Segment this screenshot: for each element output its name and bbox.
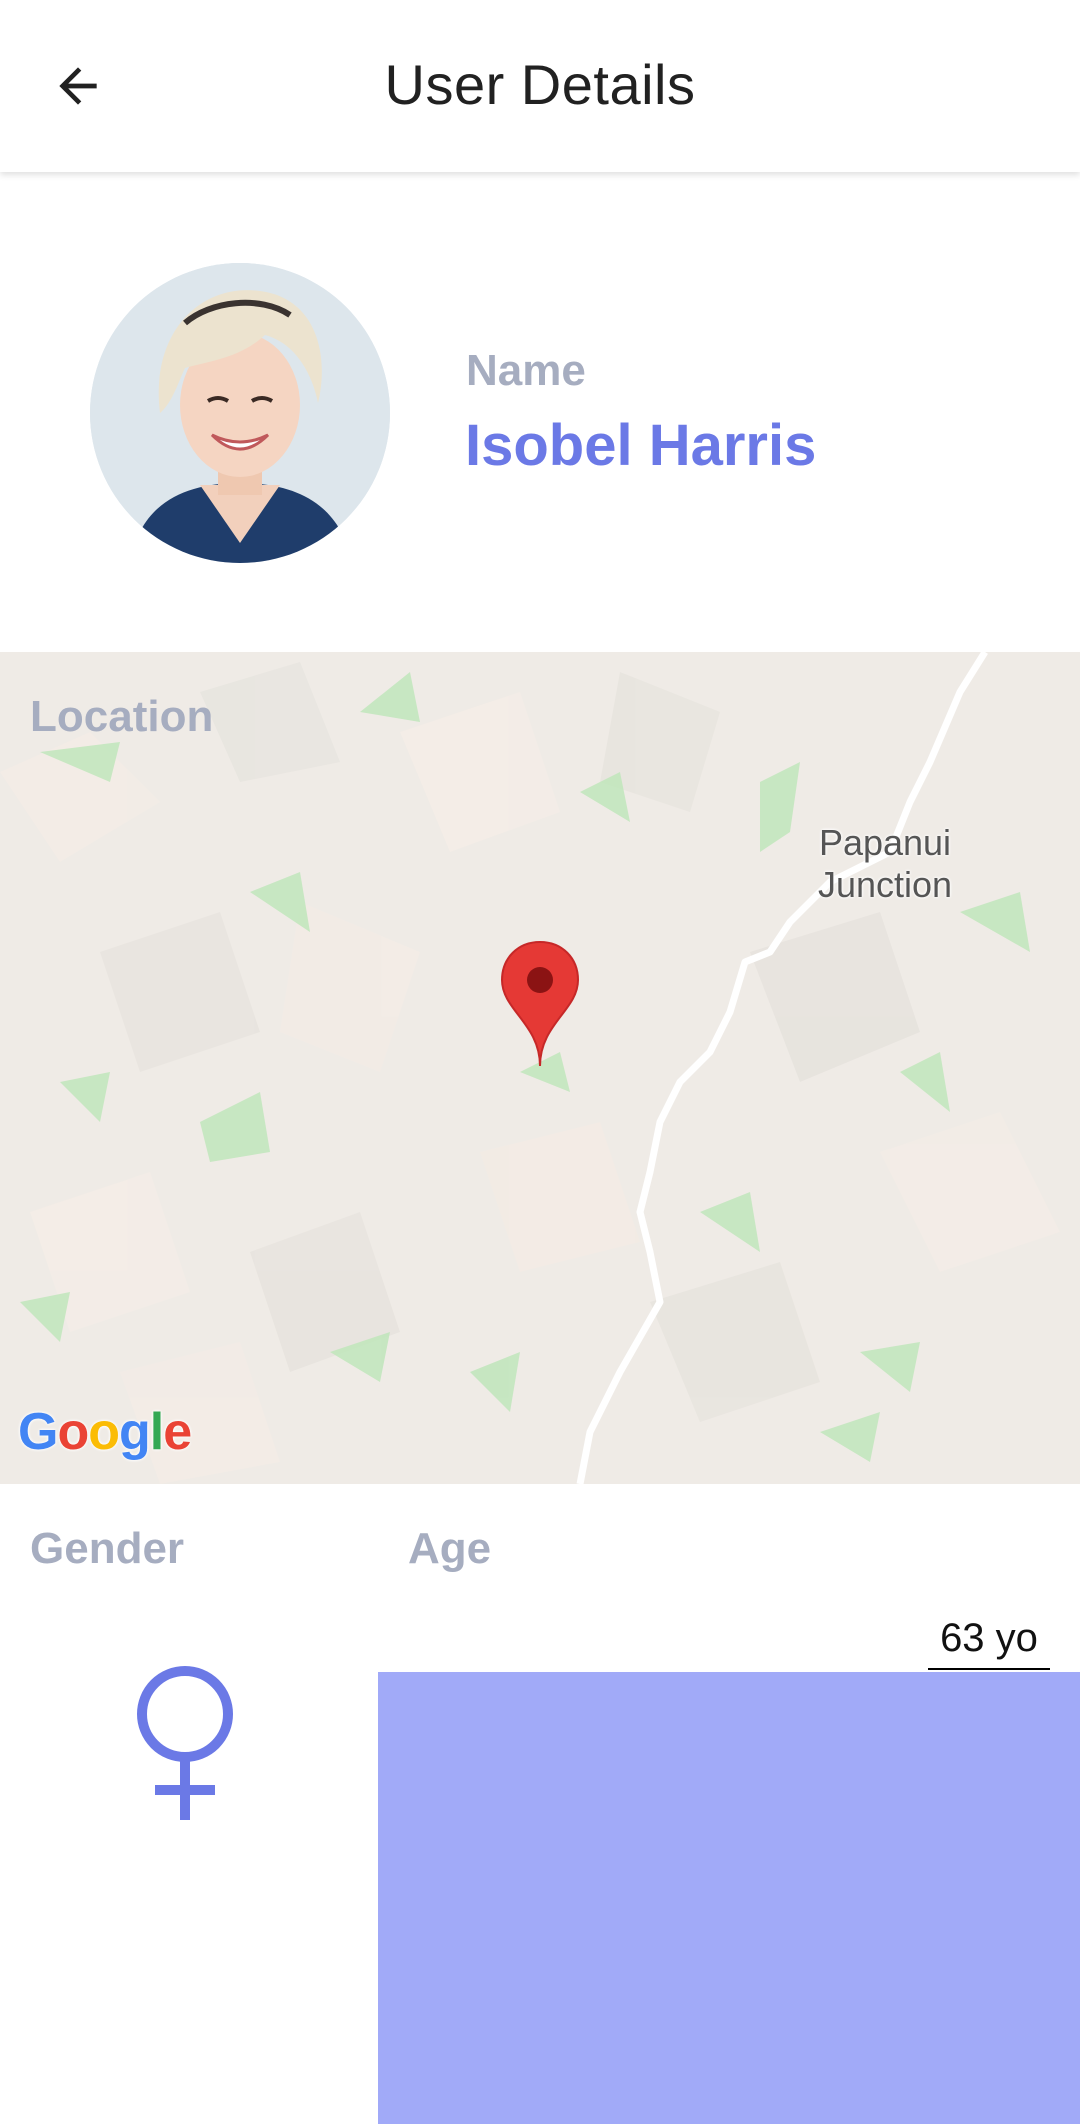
female-symbol-icon <box>130 1664 240 1824</box>
name-value: Isobel Harris <box>465 413 817 478</box>
avatar-photo <box>90 263 390 563</box>
location-label: Location <box>30 692 214 741</box>
age-bar <box>378 1672 1080 2124</box>
page-title: User Details <box>384 53 696 116</box>
user-details-screen: User Details Name Isobel Harris Location… <box>0 0 1080 2124</box>
name-label: Name <box>466 346 586 395</box>
google-attribution[interactable]: Google <box>18 1402 192 1462</box>
map-pin-icon[interactable] <box>500 940 580 1068</box>
avatar <box>90 263 390 563</box>
age-label: Age <box>408 1524 492 1573</box>
gender-label: Gender <box>30 1524 185 1573</box>
place-label: Papanui Junction <box>817 822 953 905</box>
age-value: 63 yo <box>940 1616 1038 1660</box>
age-marker-line <box>928 1668 1050 1670</box>
location-map[interactable]: Location Papanui Junction Google <box>0 652 1080 1484</box>
app-bar: User Details <box>0 0 1080 172</box>
